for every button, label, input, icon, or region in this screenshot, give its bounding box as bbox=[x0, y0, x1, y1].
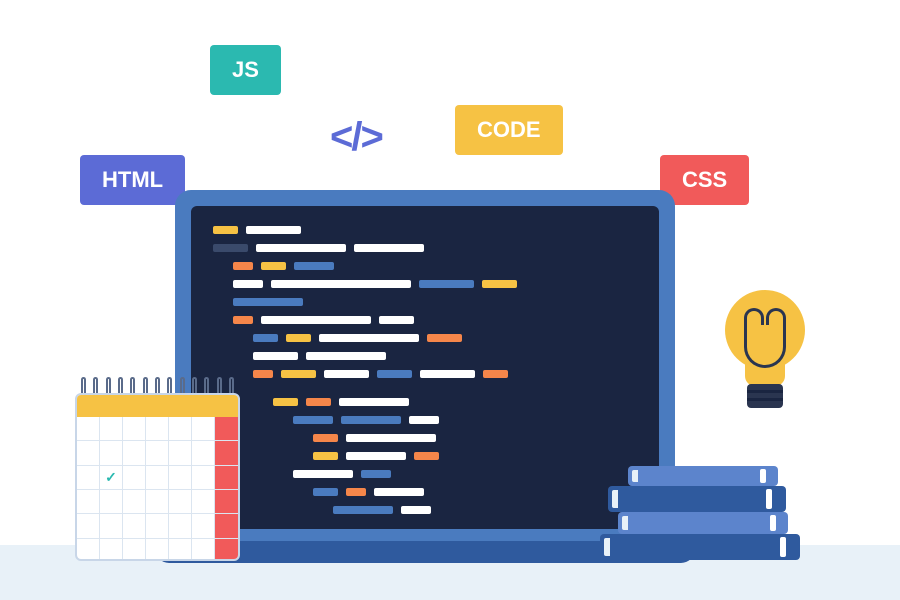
book bbox=[628, 466, 778, 486]
calendar-checked-cell: ✓ bbox=[100, 466, 123, 490]
badge-code: CODE bbox=[455, 105, 563, 155]
calendar: ✓ bbox=[75, 387, 240, 562]
calendar-body: ✓ bbox=[75, 393, 240, 561]
laptop-screen bbox=[191, 206, 659, 529]
book bbox=[618, 512, 788, 534]
calendar-header bbox=[77, 395, 238, 417]
badge-html: HTML bbox=[80, 155, 185, 205]
books-stack bbox=[600, 460, 800, 560]
code-glyph-icon: </> bbox=[330, 115, 382, 160]
calendar-grid: ✓ bbox=[77, 417, 238, 561]
lightbulb-icon bbox=[720, 290, 810, 430]
book bbox=[600, 534, 800, 560]
badge-js: JS bbox=[210, 45, 281, 95]
book bbox=[608, 486, 786, 512]
